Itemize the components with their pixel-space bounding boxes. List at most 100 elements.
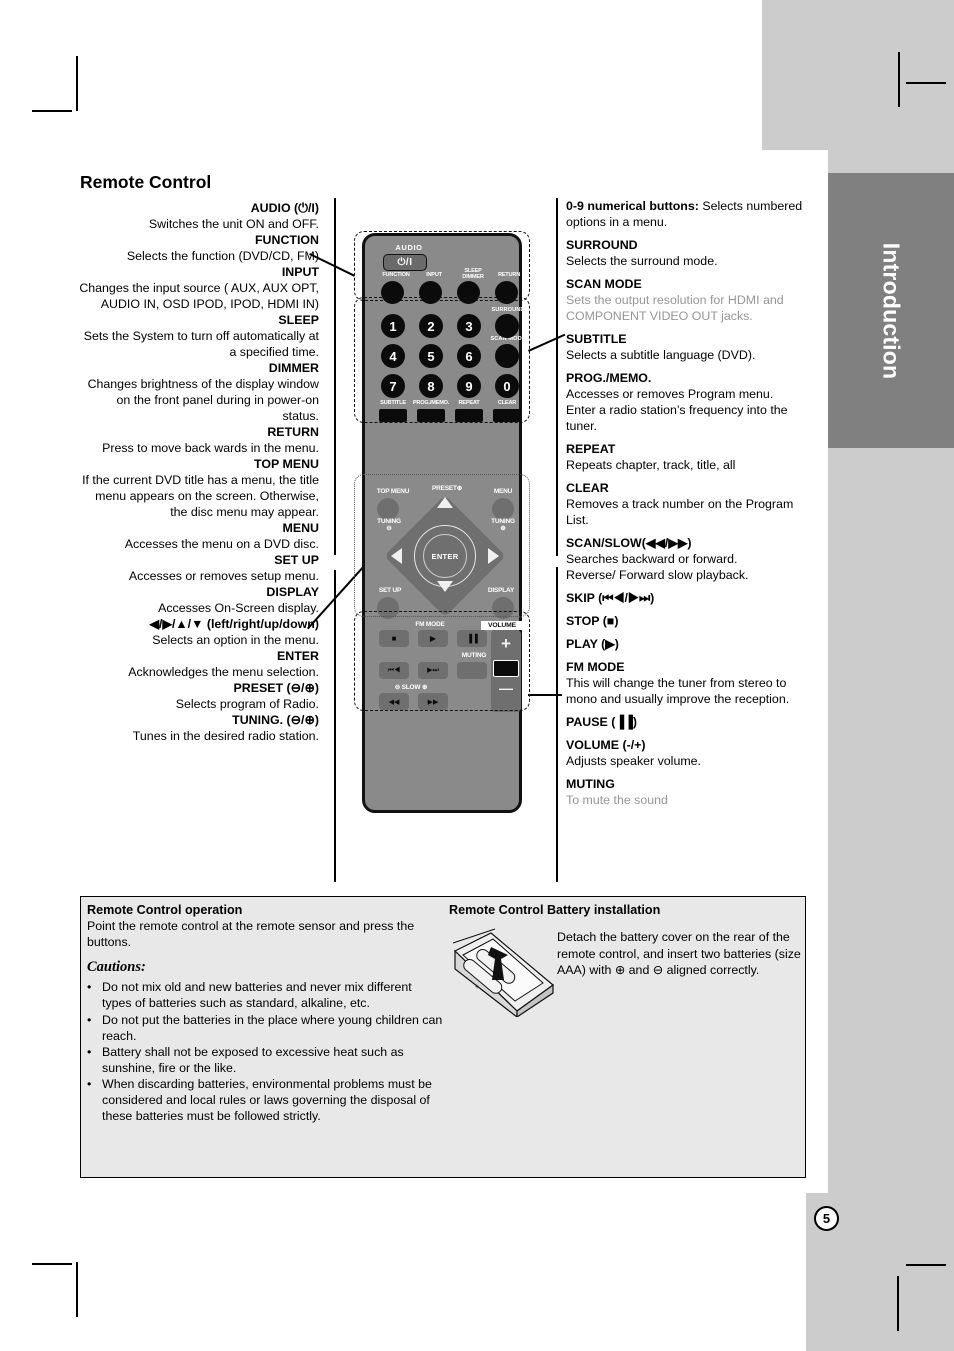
page-title: Remote Control	[80, 172, 212, 192]
right-description-column: 0-9 numerical buttons: Selects numbered …	[566, 198, 808, 815]
numeric-button-5[interactable]: 5	[419, 344, 443, 368]
left-entry: AUDIO (⏻/I) Switches the unit ON and OFF.	[78, 200, 319, 232]
function-button[interactable]	[381, 281, 404, 304]
left-entry-heading: SET UP	[274, 553, 319, 567]
remote-label-set-up: SET UP	[378, 587, 402, 594]
nav-right-arrow-icon[interactable]	[488, 548, 499, 564]
right-entry: SCAN/SLOW(◀◀/▶▶) Searches backward or for…	[566, 535, 808, 583]
numeric-button-8[interactable]: 8	[419, 374, 443, 398]
surround-button[interactable]	[495, 314, 519, 338]
return-button[interactable]	[495, 281, 518, 304]
left-entry-heading: RETURN	[267, 425, 319, 439]
numeric-button-7[interactable]: 7	[381, 374, 405, 398]
nav-up-arrow-icon[interactable]	[437, 497, 453, 508]
right-entry-heading: SKIP (⏮◀/▶⏭)	[566, 591, 655, 605]
left-entry: SLEEP Sets the System to turn off automat…	[78, 312, 319, 360]
skip-back-button[interactable]: ⏮◀	[379, 662, 409, 679]
numeric-button-2[interactable]: 2	[419, 314, 443, 338]
remote-label-top-menu: TOP MENU	[376, 488, 410, 495]
remote-control-diagram: AUDIO ⏻/I FUNCTION INPUT SLEEP DIMMER RE…	[307, 228, 566, 828]
left-entry-body: Selects an option in the menu.	[152, 633, 319, 647]
left-entry-heading: PRESET (⊖/⊕)	[233, 681, 319, 695]
remote-label-volume: VOLUME	[481, 621, 523, 631]
left-entry-body: Selects program of Radio.	[175, 697, 319, 711]
caution-text: When discarding batteries, environmental…	[102, 1077, 432, 1124]
repeat-button[interactable]	[455, 409, 483, 422]
left-entry-body: Sets the System to turn off automaticall…	[83, 329, 319, 359]
cautions-heading: Cautions:	[87, 959, 146, 976]
volume-center-button[interactable]	[493, 660, 519, 677]
battery-installation-heading: Remote Control Battery installation	[449, 903, 661, 917]
right-entry-heading: PROG./MEMO.	[566, 371, 652, 385]
left-entry-heading: ENTER	[277, 649, 319, 663]
remote-label-menu: MENU	[493, 488, 513, 495]
nav-down-arrow-icon[interactable]	[437, 581, 453, 592]
right-entry-heading: STOP (■)	[566, 614, 619, 628]
display-button[interactable]	[492, 597, 514, 619]
scan-mode-button[interactable]	[495, 344, 519, 368]
bullet-icon: •	[87, 1077, 92, 1091]
crop-mark-bottom-left-v	[76, 1262, 78, 1317]
scan-slow-forward-button[interactable]: ▶▶	[418, 693, 448, 710]
prog-memo-button[interactable]	[417, 409, 445, 422]
power-button[interactable]: ⏻/I	[383, 254, 427, 271]
left-entry: SET UP Accesses or removes setup menu.	[78, 552, 319, 584]
numeric-button-6[interactable]: 6	[457, 344, 481, 368]
battery-installation-body: Detach the battery cover on the rear of …	[557, 930, 801, 978]
right-entry: SURROUND Selects the surround mode.	[566, 237, 808, 269]
right-entry: PROG./MEMO. Accesses or removes Program m…	[566, 370, 808, 434]
play-button[interactable]: ▶	[418, 630, 448, 647]
pause-button[interactable]: ▐▐	[457, 630, 487, 647]
subtitle-button[interactable]	[379, 409, 407, 422]
left-entry: ◀/▶/▲/▼ (left/right/up/down) Selects an o…	[78, 616, 319, 648]
sleep-dimmer-button[interactable]	[457, 281, 480, 304]
numeric-button-1[interactable]: 1	[381, 314, 405, 338]
input-button[interactable]	[419, 281, 442, 304]
right-entry: REPEAT Repeats chapter, track, title, all	[566, 441, 808, 473]
gray-strip-top	[762, 0, 954, 150]
enter-button[interactable]: ENTER	[423, 534, 467, 578]
volume-up-button[interactable]: +	[491, 634, 521, 654]
caution-text: Battery shall not be exposed to excessiv…	[102, 1044, 404, 1075]
clear-button[interactable]	[493, 409, 521, 422]
left-entry-heading: TUNING. (⊖/⊕)	[232, 713, 319, 727]
page-number: 5	[814, 1206, 839, 1231]
right-entry-heading: SCAN MODE	[566, 277, 642, 291]
numeric-button-4[interactable]: 4	[381, 344, 405, 368]
page-number-value: 5	[822, 1211, 831, 1226]
nav-left-arrow-icon[interactable]	[391, 548, 402, 564]
left-entry-body: Accesses the menu on a DVD disc.	[124, 537, 319, 551]
volume-down-button: —	[499, 680, 513, 696]
left-entry-heading: TOP MENU	[254, 457, 319, 471]
scan-slow-back-button[interactable]: ◀◀	[379, 693, 409, 710]
numeric-button-0[interactable]: 0	[495, 374, 519, 398]
crop-mark-top-left-h	[32, 110, 72, 112]
right-entry: 0-9 numerical buttons: Selects numbered …	[566, 198, 808, 230]
caution-item: • Do not put the batteries in the place w…	[87, 1012, 443, 1044]
remote-label-slow: ⊖ SLOW ⊕	[394, 684, 428, 691]
left-entry: FUNCTION Selects the function (DVD/CD, FM…	[78, 232, 319, 264]
numeric-button-9[interactable]: 9	[457, 374, 481, 398]
bullet-icon: •	[87, 1044, 92, 1059]
left-entry-body: Switches the unit ON and OFF.	[148, 217, 319, 231]
muting-button[interactable]	[457, 662, 487, 679]
set-up-button[interactable]	[377, 597, 399, 619]
leader-line-top-right	[528, 333, 566, 352]
right-entry-body: Enter a radio station’s frequency into t…	[566, 403, 788, 433]
menu-button[interactable]	[492, 498, 514, 520]
skip-forward-button[interactable]: ▶⏭	[418, 662, 448, 679]
left-entry-heading: DISPLAY	[266, 585, 319, 599]
caution-item: • When discarding batteries, environmenta…	[87, 1076, 443, 1124]
remote-operation-heading: Remote Control operation	[87, 903, 243, 917]
battery-installation-section: Remote Control Battery installation + + …	[449, 903, 801, 1017]
stop-button[interactable]: ■	[379, 630, 409, 647]
top-menu-button[interactable]	[377, 498, 399, 520]
numeric-button-3[interactable]: 3	[457, 314, 481, 338]
caution-text: Do not put the batteries in the place wh…	[102, 1012, 443, 1043]
left-entry-heading: FUNCTION	[254, 233, 319, 247]
left-entry-heading: AUDIO (⏻/I)	[250, 201, 319, 215]
manual-page: Introduction 5 Remote Control AUDIO (⏻/I…	[0, 0, 954, 1351]
leader-line-bottom-right	[528, 694, 562, 696]
right-entry: VOLUME (-/+) Adjusts speaker volume.	[566, 737, 808, 769]
cautions-list: • Do not mix old and new batteries and ne…	[87, 979, 443, 1124]
